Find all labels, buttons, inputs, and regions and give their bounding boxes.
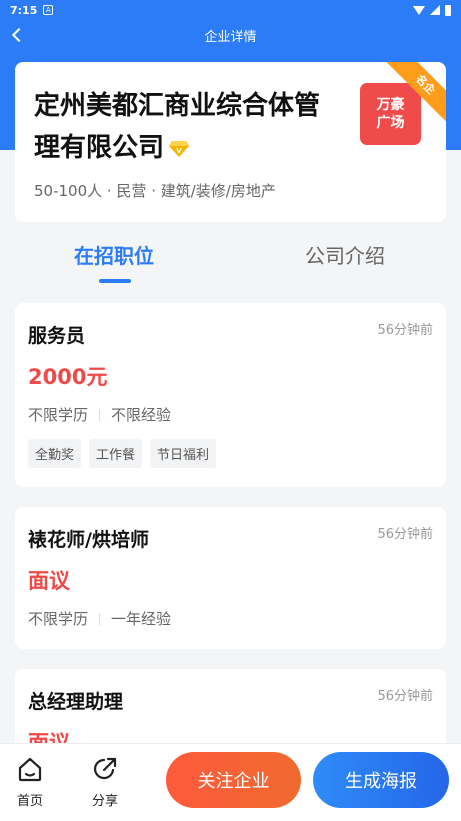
share-icon [85,754,125,784]
tab-indicator [99,279,131,283]
follow-company-button[interactable]: 关注企业 [166,752,301,808]
job-education: 不限学历 [28,406,89,424]
generate-poster-button[interactable]: 生成海报 [313,752,449,808]
job-education: 不限学历 [28,610,89,628]
battery-icon [445,4,451,16]
job-card[interactable]: 裱花师/烘培师 56分钟前 面议 不限学历 一年经验 [15,507,446,649]
job-title: 服务员 [28,325,86,347]
home-label: 首页 [16,794,43,809]
job-tags: 全勤奖 工作餐 节日福利 [28,439,217,468]
bottom-bar: 首页 分享 关注企业 生成海报 [0,743,461,821]
tab-bar: 在招职位 公司介绍 [0,232,461,287]
job-requirements: 不限学历 一年经验 [28,608,171,629]
job-salary: 面议 [28,569,70,593]
job-tag: 节日福利 [150,439,217,468]
job-tag: 全勤奖 [28,439,82,468]
notification-icon: A [43,5,54,15]
job-card[interactable]: 服务员 56分钟前 2000元 不限学历 不限经验 全勤奖 工作餐 节日福利 [15,303,446,487]
diamond-vip-icon: V [169,141,190,157]
job-requirements: 不限学历 不限经验 [28,404,171,425]
job-salary: 2000元 [28,365,108,389]
job-time: 56分钟前 [377,527,433,542]
divider [99,408,101,421]
share-label: 分享 [91,794,118,809]
tab-company-intro[interactable]: 公司介绍 [305,240,385,269]
job-time: 56分钟前 [377,689,433,704]
logo-line-1: 万豪 [376,97,405,113]
share-button[interactable]: 分享 [85,754,125,809]
home-button[interactable]: 首页 [10,754,50,809]
job-tag: 工作餐 [89,439,143,468]
status-bar: 7:15 A [0,0,461,20]
job-experience: 一年经验 [111,610,172,628]
back-icon[interactable] [8,24,30,46]
home-icon [10,754,50,784]
divider [99,612,101,625]
company-meta: 50-100人 · 民营 · 建筑/装修/房地产 [34,182,276,200]
nav-bar: 企业详情 [0,20,461,50]
signal-icon [430,5,440,15]
company-card: 定州美都汇商业综合体管理有限公司 V 50-100人 · 民营 · 建筑/装修/房… [15,62,446,222]
job-experience: 不限经验 [111,406,172,424]
job-title: 裱花师/烘培师 [28,529,149,551]
job-title: 总经理助理 [28,691,124,713]
company-logo: 万豪 广场 [360,83,421,145]
tab-jobs[interactable]: 在招职位 [74,240,154,269]
logo-line-2: 广场 [376,115,405,131]
page-title: 企业详情 [204,29,257,45]
svg-text:V: V [176,147,182,155]
job-time: 56分钟前 [377,323,433,338]
wifi-icon [413,5,425,15]
status-time: 7:15 [10,3,38,17]
company-name: 定州美都汇商业综合体管理有限公司 V [34,85,344,169]
